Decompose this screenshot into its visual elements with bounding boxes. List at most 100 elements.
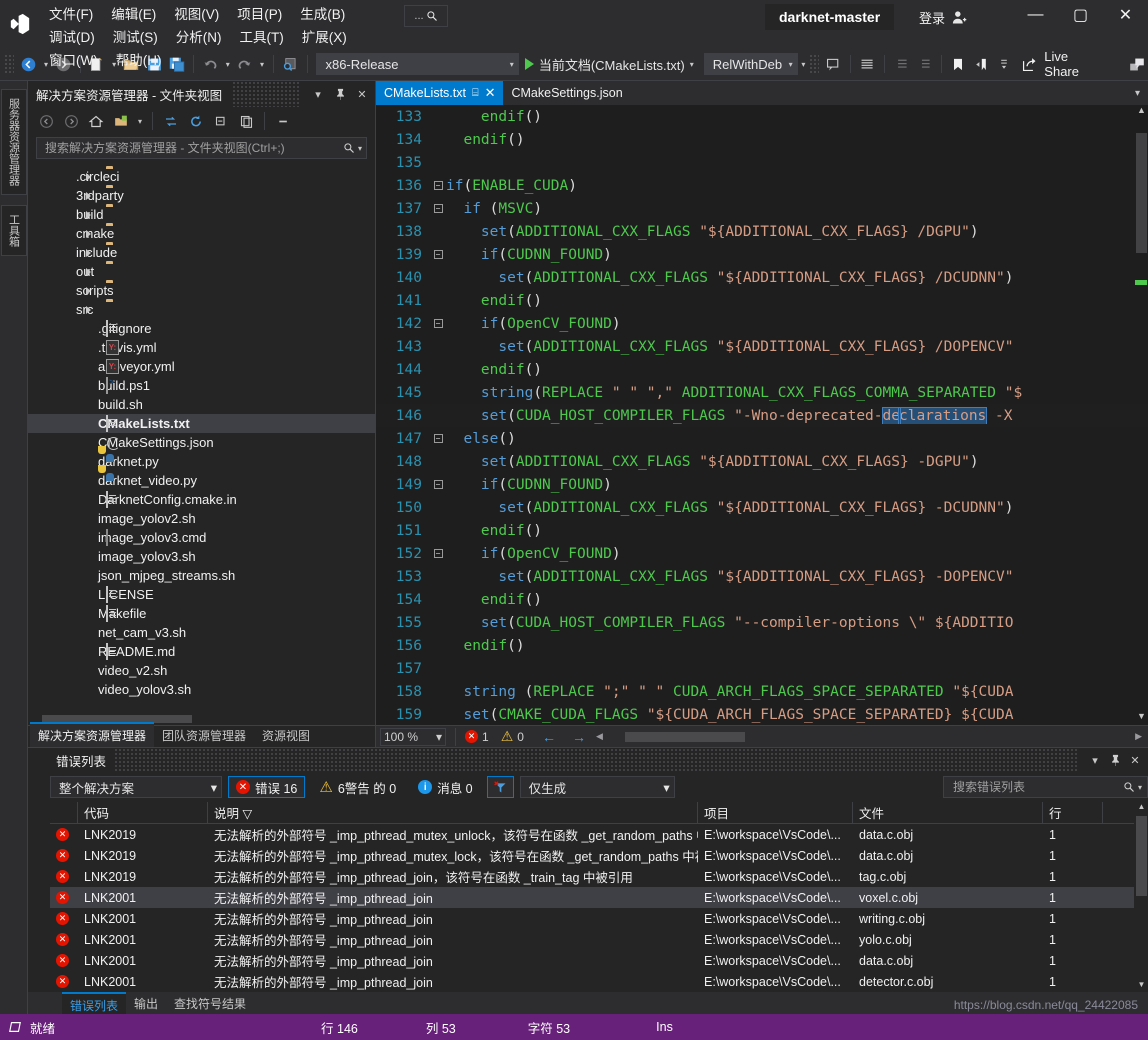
error-scroll-thumb[interactable] [1136,816,1147,896]
close-panel-icon[interactable]: ✕ [1126,750,1144,770]
code-line-159[interactable]: 159 set(CMAKE_CUDA_FLAGS "${CUDA_ARCH_FL… [376,703,1148,725]
sync-with-active-document-icon[interactable] [159,110,183,132]
tree-item-out[interactable]: out [28,262,375,281]
minimize-button[interactable]: — [1013,0,1058,30]
panel-dropdown-icon[interactable]: ▾ [1086,750,1104,770]
code-line-149[interactable]: 149− if(CUDNN_FOUND) [376,473,1148,496]
error-list-table[interactable]: 代码 说明 ▽ 项目 文件 行 ✕ LNK2019 无法解析的外部符号 _imp_p… [50,802,1148,992]
file-tree[interactable]: .circleci 3rdparty build cmake include out scr… [28,163,375,713]
menu-analyze[interactable]: 分析(N) [167,26,231,49]
toolbar-grip[interactable] [4,54,14,74]
tree-item-cmakesettings-json[interactable]: CMakeSettings.json [28,433,375,452]
tab-error-list[interactable]: 错误列表 [62,992,127,1014]
quick-launch-search[interactable]: ... [404,5,448,27]
navigate-back-icon[interactable] [18,52,41,76]
code-line-135[interactable]: 135 [376,151,1148,174]
build-type-combo[interactable]: RelWithDebInf ▾ [703,53,798,75]
expand-arrow-icon[interactable] [86,305,91,314]
toolbox-tab[interactable]: 工具箱 [0,205,27,256]
clear-filter-button[interactable] [486,776,514,798]
tree-item-json-mjpeg-streams-sh[interactable]: json_mjpeg_streams.sh [28,566,375,585]
menu-debug[interactable]: 调试(D) [40,26,104,49]
code-line-140[interactable]: 140 set(ADDITIONAL_CXX_FLAGS "${ADDITION… [376,266,1148,289]
editor-horizontal-scrollbar[interactable]: ◀ [596,730,1125,744]
close-icon[interactable]: ✕ [485,85,496,101]
code-line-139[interactable]: 139− if(CUDNN_FOUND) [376,243,1148,266]
preview-selected-items-icon[interactable] [271,110,295,132]
error-list-vertical-scrollbar[interactable]: ▲ ▼ [1134,802,1148,992]
tree-item-cmakelists-txt[interactable]: CMakeLists.txt [28,414,375,433]
code-line-141[interactable]: 141 endif() [376,289,1148,312]
error-row[interactable]: ✕ LNK2001 无法解析的外部符号 _imp_pthread_join E:\wo… [50,971,1148,992]
tab-find-symbol-results[interactable]: 查找符号结果 [166,992,254,1014]
column-line[interactable]: 行 [1043,802,1103,823]
tree-item-image-yolov2-sh[interactable]: image_yolov2.sh [28,509,375,528]
tree-item-3rdparty[interactable]: 3rdparty [28,186,375,205]
tree-item-scripts[interactable]: scripts [28,281,375,300]
fold-toggle-icon[interactable]: − [430,548,446,559]
tree-item-readme-md[interactable]: README.md [28,642,375,661]
close-panel-icon[interactable]: ✕ [353,84,371,104]
expand-arrow-icon[interactable] [86,210,91,219]
code-line-148[interactable]: 148 set(ADDITIONAL_CXX_FLAGS "${ADDITION… [376,450,1148,473]
expand-arrow-icon[interactable] [86,286,91,295]
menu-view[interactable]: 视图(V) [165,3,228,26]
tree-item-src[interactable]: src [28,300,375,319]
tree-item-appveyor-yml[interactable]: Y: appveyor.yml [28,357,375,376]
error-row[interactable]: ✕ LNK2001 无法解析的外部符号 _imp_pthread_join E:\wo… [50,929,1148,950]
editor-error-indicator[interactable]: ✕ 1 [465,730,489,744]
tree-item--circleci[interactable]: .circleci [28,167,375,186]
collapse-all-icon[interactable] [209,110,233,132]
error-row[interactable]: ✕ LNK2019 无法解析的外部符号 _imp_pthread_mutex_loc… [50,845,1148,866]
code-line-133[interactable]: 133 endif() [376,105,1148,128]
comment-selection-icon[interactable] [823,52,846,76]
pin-icon[interactable] [331,84,349,104]
code-line-153[interactable]: 153 set(ADDITIONAL_CXX_FLAGS "${ADDITION… [376,565,1148,588]
solution-explorer-search[interactable]: ▾ [36,137,367,159]
decrease-indent-icon[interactable] [890,52,913,76]
tree-item-license[interactable]: LICENSE [28,585,375,604]
code-line-147[interactable]: 147− else() [376,427,1148,450]
tree-item-cmake[interactable]: cmake [28,224,375,243]
menu-test[interactable]: 测试(S) [104,26,167,49]
build-filter-combo[interactable]: 仅生成 ▾ [519,776,675,798]
tab-resource-view[interactable]: 资源视图 [254,724,318,747]
code-text-area[interactable]: ▲ ▼ 133 endif() 134 endif() 135 136− if(ENAB… [376,105,1148,725]
chevron-down-icon[interactable]: ▾ [690,60,694,69]
scope-combo[interactable]: 整个解决方案 ▾ [50,776,222,798]
column-gutter[interactable] [50,802,78,823]
warnings-toggle[interactable]: ⚠ 6警告 的 0 [311,776,404,798]
bookmark-options-icon[interactable] [992,52,1015,76]
scroll-left-icon[interactable]: ◀ [596,731,603,742]
tree-item-build-ps1[interactable]: build.ps1 [28,376,375,395]
code-line-136[interactable]: 136− if(ENABLE_CUDA) [376,174,1148,197]
code-line-143[interactable]: 143 set(ADDITIONAL_CXX_FLAGS "${ADDITION… [376,335,1148,358]
code-line-151[interactable]: 151 endif() [376,519,1148,542]
error-list-search[interactable]: ▾ [943,776,1148,798]
menu-tools[interactable]: 工具(T) [231,26,293,49]
previous-error-icon[interactable]: ← [542,729,556,745]
code-line-138[interactable]: 138 set(ADDITIONAL_CXX_FLAGS "${ADDITION… [376,220,1148,243]
code-line-158[interactable]: 158 string (REPLACE ";" " " CUDA_ARCH_FL… [376,680,1148,703]
column-description[interactable]: 说明 ▽ [208,802,698,823]
tree-item-image-yolov3-sh[interactable]: image_yolov3.sh [28,547,375,566]
editor-tab-overflow-icon[interactable]: ▾ [1129,81,1146,105]
error-row[interactable]: ✕ LNK2001 无法解析的外部符号 _imp_pthread_join E:\wo… [50,950,1148,971]
editor-warning-indicator[interactable]: ⚠ 0 [501,728,524,745]
expand-arrow-icon[interactable] [86,191,91,200]
code-line-154[interactable]: 154 endif() [376,588,1148,611]
tree-item--gitignore[interactable]: .gitignore [28,319,375,338]
tree-item--travis-yml[interactable]: Y: .travis.yml [28,338,375,357]
increase-indent-icon[interactable] [856,52,879,76]
tree-item-darknet-video-py[interactable]: darknet_video.py [28,464,375,490]
code-line-137[interactable]: 137− if (MSVC) [376,197,1148,220]
close-button[interactable]: ✕ [1103,0,1148,30]
search-options-icon[interactable]: ▾ [1138,783,1142,792]
error-row[interactable]: ✕ LNK2001 无法解析的外部符号 _imp_pthread_join E:\wo… [50,887,1148,908]
live-share-button[interactable]: Live Share [1015,49,1109,79]
menu-build[interactable]: 生成(B) [291,3,354,26]
code-line-146[interactable]: 146 set(CUDA_HOST_COMPILER_FLAGS "-Wno-d… [376,404,1148,427]
tab-cmakesettings[interactable]: CMakeSettings.json [503,81,630,105]
column-project[interactable]: 项目 [698,802,853,823]
server-explorer-tab[interactable]: 服务器资源管理器 [0,89,27,195]
